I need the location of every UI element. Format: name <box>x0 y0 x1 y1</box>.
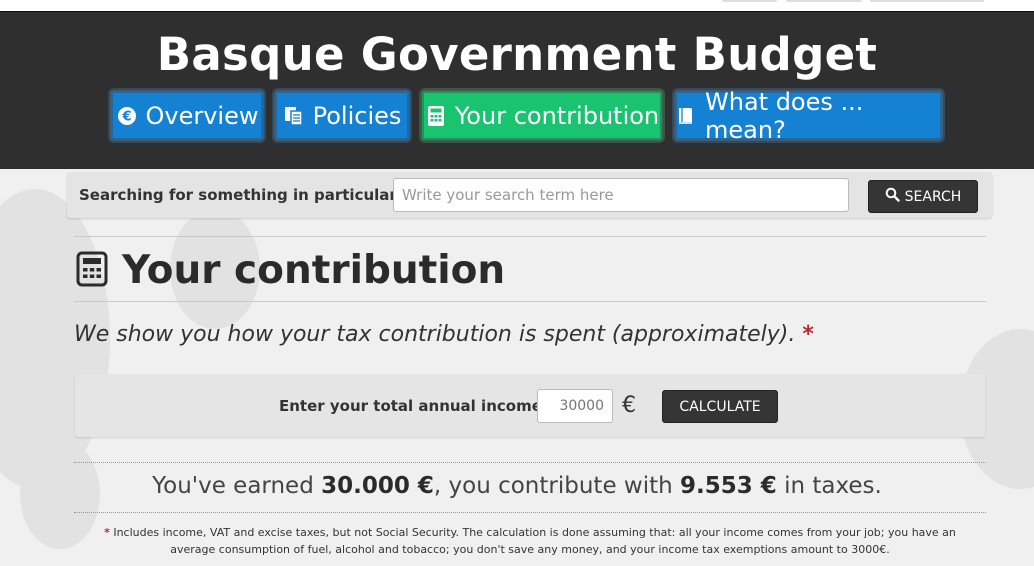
nav-glossary-label: What does ... mean? <box>705 87 864 144</box>
currency-symbol: € <box>622 393 636 418</box>
nav-glossary-button[interactable]: What does ... mean? <box>674 87 943 144</box>
search-bar: Searching for something in particular? S… <box>67 172 992 218</box>
page-subtitle: We show you how your tax contribution is… <box>74 322 814 347</box>
top-strip-tab <box>870 0 984 2</box>
income-calculator: Enter your total annual income € CALCULA… <box>75 374 985 437</box>
footnote-text: Includes income, VAT and excise taxes, b… <box>113 526 956 556</box>
book-icon <box>675 105 697 127</box>
nav-overview-button[interactable]: € Overview <box>110 90 264 141</box>
footnote: * Includes income, VAT and excise taxes,… <box>100 524 960 558</box>
nav-overview-label: Overview <box>145 101 259 130</box>
contribution-result: You've earned 30.000 €, you contribute w… <box>0 473 1034 499</box>
top-strip-tab <box>722 0 777 2</box>
search-label: Searching for something in particular? <box>79 186 406 204</box>
page-title: Your contribution <box>122 248 506 293</box>
divider <box>74 462 986 463</box>
search-input[interactable] <box>393 178 849 212</box>
top-strip-tab <box>786 0 862 2</box>
nav-policies-button[interactable]: Policies <box>274 90 410 141</box>
divider <box>74 301 986 302</box>
site-title: Basque Government Budget <box>156 28 878 81</box>
calculator-icon <box>425 105 447 127</box>
svg-text:€: € <box>121 109 131 124</box>
result-middle: , you contribute with <box>433 473 673 499</box>
subtitle-text: We show you how your tax contribution is… <box>74 322 796 347</box>
result-tax-amount: 9.553 € <box>680 473 777 499</box>
nav-your-contribution-label: Your contribution <box>454 101 660 130</box>
income-input[interactable] <box>537 389 613 423</box>
calculator-icon <box>76 251 108 291</box>
search-button[interactable]: SEARCH <box>868 180 978 213</box>
background-image <box>0 169 1034 566</box>
browser-top-strip <box>0 0 1034 11</box>
result-prefix: You've earned <box>152 473 314 499</box>
footnote-marker: * <box>104 526 110 539</box>
search-icon <box>885 187 900 206</box>
search-button-label: SEARCH <box>904 188 962 205</box>
nav-your-contribution-button[interactable]: Your contribution <box>421 90 663 141</box>
calculate-button[interactable]: CALCULATE <box>662 390 778 423</box>
result-suffix: in taxes. <box>784 473 882 499</box>
divider <box>74 512 986 513</box>
page-heading: Your contribution <box>76 248 505 293</box>
divider <box>74 236 986 237</box>
footnote-marker: * <box>802 322 814 347</box>
site-header: Basque Government Budget € Overview Poli… <box>0 11 1034 170</box>
income-label: Enter your total annual income <box>279 397 542 415</box>
documents-icon <box>283 105 305 127</box>
nav-policies-label: Policies <box>312 101 402 130</box>
euro-icon: € <box>116 105 138 127</box>
result-earned-amount: 30.000 € <box>321 473 434 499</box>
